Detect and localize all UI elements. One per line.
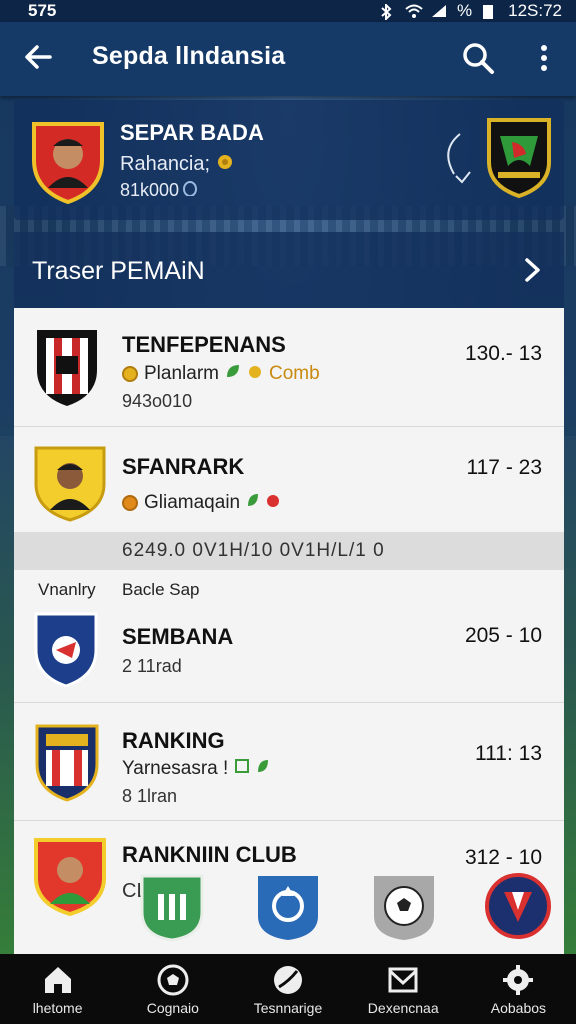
- signal-icon: [431, 4, 447, 18]
- club-name: RANKNIIN CLUB: [122, 842, 297, 867]
- club-shortcut-ball-icon[interactable]: [370, 870, 438, 942]
- leaf-icon: [225, 363, 241, 385]
- featured-match-card[interactable]: SEPAR BADA Rahancia; 81k000: [14, 100, 564, 220]
- status-bar: 575 % 12S:72: [0, 0, 576, 22]
- club-score: 117 - 23: [466, 456, 543, 479]
- club-crest-icon: [32, 326, 102, 410]
- coin-icon: [122, 366, 138, 382]
- list-item[interactable]: TENFEPENANS Planlarm Comb 943o010 130.- …: [14, 308, 564, 427]
- battery-percent: %: [456, 1, 473, 20]
- loading-spinner-icon: [440, 130, 480, 188]
- bluetooth-icon: [379, 4, 395, 20]
- away-club-crest-icon: [484, 114, 554, 200]
- club-crest-icon: [32, 834, 108, 918]
- section-label: Traser PEMAiN: [32, 257, 205, 285]
- bottom-navigation: lhetome Cognaio Tesnnarige Dexencnaa Aob…: [0, 954, 576, 1024]
- club-subtitle: Gliamaqain: [122, 492, 280, 514]
- nav-item-home[interactable]: lhetome: [0, 954, 115, 1024]
- section-header[interactable]: Traser PEMAiN: [14, 232, 564, 308]
- club-score: 205 - 10: [464, 624, 542, 647]
- club-crest-icon: [32, 610, 100, 688]
- featured-subtitle: Rahancia;: [120, 152, 234, 176]
- stats-strip-text: 6249.0 0V1H/10 0V1H/L/1 0: [122, 540, 385, 561]
- featured-meta: 81k000: [120, 180, 198, 201]
- home-icon: [41, 963, 75, 997]
- clock: 12S:72: [508, 1, 562, 20]
- column-headers: Vnanlry Bacle Sap: [14, 572, 564, 608]
- column-header-left: Vnanlry: [38, 580, 96, 599]
- featured-subtitle-text: Rahancia;: [120, 152, 211, 175]
- page-title: Sepda llndansia: [92, 42, 286, 70]
- club-score: 312 - 10: [464, 846, 542, 869]
- list-item[interactable]: SFANRARK Gliamaqain 117 - 23: [14, 426, 564, 533]
- search-icon[interactable]: [460, 40, 496, 76]
- wifi-icon: [405, 4, 423, 18]
- featured-team-name: SEPAR BADA: [120, 120, 264, 145]
- mail-icon: [386, 963, 420, 997]
- club-list-panel: TENFEPENANS Planlarm Comb 943o010 130.- …: [14, 308, 564, 954]
- home-club-crest-icon: [28, 114, 108, 205]
- more-vert-icon[interactable]: [534, 40, 554, 76]
- battery-icon: [482, 4, 498, 19]
- nav-item-messages[interactable]: Dexencnaa: [346, 954, 461, 1024]
- player-badge-icon: [32, 440, 108, 522]
- nav-label: Dexencnaa: [367, 1000, 439, 1016]
- nav-label: Tesnnarige: [253, 1000, 323, 1016]
- club-name: RANKING: [122, 728, 225, 753]
- club-shortcut-green-icon[interactable]: [138, 870, 206, 942]
- status-left-text: 575: [28, 1, 57, 20]
- trophy-icon: [234, 758, 250, 780]
- club-score: 111: 13: [475, 742, 542, 765]
- club-name: SEMBANA: [122, 624, 234, 649]
- club-subtitle-a: Yarnesasra !: [122, 758, 229, 779]
- nav-item-training[interactable]: Tesnnarige: [230, 954, 345, 1024]
- boot-icon: [271, 963, 305, 997]
- club-name: SFANRARK: [122, 454, 245, 479]
- leaf-icon: [256, 758, 270, 780]
- medal-icon: [216, 152, 234, 176]
- column-header-right: Bacle Sap: [122, 580, 200, 599]
- club-name: TENFEPENANS: [122, 332, 286, 357]
- club-subtitle: Planlarm Comb: [122, 363, 320, 385]
- club-subtitle-a: Planlarm: [144, 363, 219, 384]
- nav-label: lhetome: [32, 1000, 83, 1016]
- nav-label: Aobabos: [490, 1000, 547, 1016]
- club-shortcut-red-icon[interactable]: [484, 870, 552, 942]
- club-meta: 943o010: [122, 391, 193, 411]
- flame-icon: [266, 492, 280, 514]
- club-meta: 2 11rad: [122, 656, 182, 676]
- info-icon: [183, 180, 198, 201]
- nav-item-settings[interactable]: Aobabos: [461, 954, 576, 1024]
- club-subtitle: Yarnesasra !: [122, 758, 270, 780]
- list-item[interactable]: SEMBANA 2 11rad 205 - 10: [14, 608, 564, 703]
- list-item[interactable]: RANKING Yarnesasra ! 8 1lran 111: 13: [14, 702, 564, 821]
- club-crest-icon: [32, 720, 102, 804]
- club-subtitle-a: Gliamaqain: [144, 492, 241, 513]
- ball-icon: [156, 963, 190, 997]
- club-score: 130.- 13: [464, 342, 542, 365]
- coin-icon: [122, 495, 138, 511]
- app-bar: Sepda llndansia: [0, 22, 576, 96]
- nav-item-matches[interactable]: Cognaio: [115, 954, 230, 1024]
- featured-meta-text: 81k000: [120, 180, 180, 200]
- back-arrow-icon[interactable]: [22, 40, 56, 74]
- stats-strip: 6249.0 0V1H/10 0V1H/L/1 0: [14, 532, 564, 570]
- club-shortcut-blue-icon[interactable]: [254, 870, 322, 942]
- club-meta: 8 1lran: [122, 786, 178, 806]
- club-subtitle-b: Comb: [268, 363, 320, 384]
- nav-label: Cognaio: [146, 1000, 199, 1016]
- leaf-icon: [246, 492, 260, 514]
- gear-icon: [501, 963, 535, 997]
- chevron-right-icon[interactable]: [522, 258, 544, 282]
- medal-icon: [247, 363, 263, 385]
